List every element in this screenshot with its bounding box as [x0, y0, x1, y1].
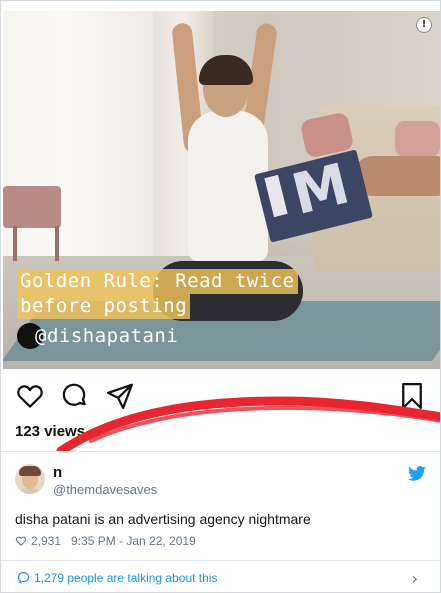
photo-cushion: [395, 121, 440, 157]
views-count: 123 views: [15, 423, 86, 440]
tweet-author-handle[interactable]: @themdavesaves: [53, 482, 157, 497]
tweet-text: disha patani is an advertising agency ni…: [15, 511, 311, 527]
like-heart-icon[interactable]: [15, 535, 27, 547]
info-icon[interactable]: !: [416, 17, 432, 33]
conversation-count-text: 1,279 people are talking about this: [34, 570, 218, 585]
embedded-tweet[interactable]: n @themdavesaves disha patani is an adve…: [1, 451, 440, 592]
story-caption-line-2: before posting: [17, 294, 191, 319]
share-icon[interactable]: [105, 381, 135, 411]
bookmark-icon[interactable]: [397, 381, 427, 411]
screenshot-frame: M ! Golden Rule: Read twice before posti…: [0, 0, 441, 593]
comment-icon[interactable]: [59, 381, 89, 411]
avatar[interactable]: [15, 464, 45, 494]
post-photo[interactable]: M ! Golden Rule: Read twice before posti…: [3, 11, 440, 369]
mention-text: @dishapatani: [35, 324, 179, 347]
story-mention[interactable]: @dishapatani: [17, 323, 178, 349]
chevron-right-icon[interactable]: ›: [412, 569, 418, 588]
heart-icon[interactable]: [15, 381, 45, 411]
tweet-author-name[interactable]: n: [53, 464, 62, 481]
tweet-timestamp[interactable]: 9:35 PM - Jan 22, 2019: [71, 534, 196, 548]
twitter-bird-icon[interactable]: [408, 466, 426, 481]
photo-stool: [3, 186, 61, 228]
tweet-meta: 2,931 9:35 PM - Jan 22, 2019: [15, 534, 196, 548]
photo-stool-legs: [13, 226, 59, 261]
post-action-bar: [1, 373, 440, 419]
speech-bubble-icon: [17, 572, 30, 584]
conversation-link[interactable]: 1,279 people are talking about this ›: [1, 560, 440, 592]
like-count[interactable]: 2,931: [31, 534, 61, 548]
story-caption-line-1: Golden Rule: Read twice: [17, 269, 298, 294]
